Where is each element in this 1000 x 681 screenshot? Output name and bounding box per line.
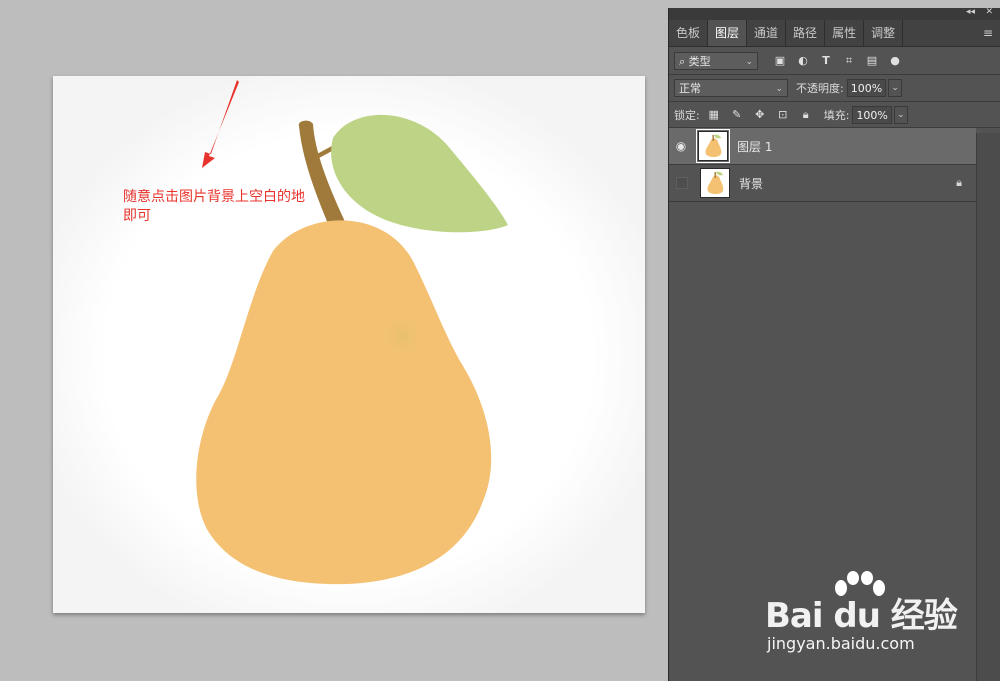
opacity-label: 不透明度: <box>796 82 844 95</box>
blend-row: 正常 ⌄ 不透明度: 100% ⌄ <box>669 75 1000 102</box>
lock-icon: 🔒︎ <box>956 176 962 189</box>
layers-list: ◉ 图层 1 背景 🔒︎ <box>669 128 1000 202</box>
lock-position-icon[interactable]: ✥ <box>752 107 768 123</box>
fill-input[interactable]: 100% <box>852 105 892 124</box>
tab-adjustments[interactable]: 调整 <box>864 20 904 46</box>
lock-transparent-icon[interactable]: ▦ <box>706 107 722 123</box>
baidu-watermark: Bai du 经验 jingyan.baidu.com <box>765 570 985 660</box>
tab-channels[interactable]: 通道 <box>747 20 787 46</box>
filter-toggle-icon[interactable]: ● <box>887 53 903 69</box>
type-filter-icon[interactable]: T <box>818 53 834 69</box>
opacity-input[interactable]: 100% <box>846 79 887 97</box>
search-icon: ⌕ <box>679 54 689 68</box>
pixel-filter-icon[interactable]: ▣ <box>772 53 788 69</box>
blend-mode-select[interactable]: 正常 ⌄ <box>674 79 788 97</box>
tab-paths[interactable]: 路径 <box>786 20 826 46</box>
layer-thumbnail <box>700 168 730 198</box>
filter-row: ⌕ 类型 ⌄ ▣ ◐ T ⌗ ▤ ● <box>669 47 1000 75</box>
watermark-url: jingyan.baidu.com <box>767 634 915 653</box>
panel-titlebar: ◂◂ ✕ <box>669 7 1000 20</box>
layer-name[interactable]: 图层 1 <box>737 138 772 155</box>
tab-swatches[interactable]: 色板 <box>669 20 709 46</box>
lock-row: 锁定: ▦ ✎ ✥ ⊡ 🔒︎ 填充: 100% ⌄ <box>669 102 1000 128</box>
lock-label: 锁定: <box>674 108 700 122</box>
fill-label: 填充: <box>823 108 850 122</box>
layer-filter-select[interactable]: ⌕ 类型 ⌄ <box>674 51 758 70</box>
watermark-brand: Bai du 经验 <box>765 596 958 636</box>
document-canvas[interactable]: 随意点击图片背景上空白的地即可 <box>53 76 645 613</box>
eye-icon[interactable]: ◉ <box>669 139 693 153</box>
layer-thumbnail <box>696 129 730 163</box>
chevron-down-icon: ⌄ <box>745 56 753 67</box>
chevron-down-icon: ⌄ <box>775 84 783 94</box>
close-icon[interactable]: ✕ <box>985 7 993 17</box>
visibility-toggle[interactable] <box>676 177 688 189</box>
collapse-icon[interactable]: ◂◂ <box>966 7 975 17</box>
opacity-dropdown-icon[interactable]: ⌄ <box>888 79 903 97</box>
layer-name[interactable]: 背景 <box>739 175 763 192</box>
panel-tabs: 色板 图层 通道 路径 属性 调整 ≡ <box>669 20 1000 47</box>
panel-menu-icon[interactable]: ≡ <box>983 26 993 40</box>
tab-layers[interactable]: 图层 <box>708 20 748 46</box>
layer-row[interactable]: 背景 🔒︎ <box>669 165 976 202</box>
lock-artboard-icon[interactable]: ⊡ <box>775 107 791 123</box>
layer-row[interactable]: ◉ 图层 1 <box>669 128 976 165</box>
pear-illustration <box>53 76 645 613</box>
lock-all-icon[interactable]: 🔒︎ <box>798 107 814 123</box>
lock-pixels-icon[interactable]: ✎ <box>729 107 745 123</box>
tab-properties[interactable]: 属性 <box>825 20 865 46</box>
fill-dropdown-icon[interactable]: ⌄ <box>893 105 908 124</box>
adjustment-filter-icon[interactable]: ◐ <box>795 53 811 69</box>
annotation-text: 随意点击图片背景上空白的地即可 <box>123 189 305 224</box>
smart-object-filter-icon[interactable]: ▤ <box>864 53 880 69</box>
shape-filter-icon[interactable]: ⌗ <box>841 53 857 69</box>
